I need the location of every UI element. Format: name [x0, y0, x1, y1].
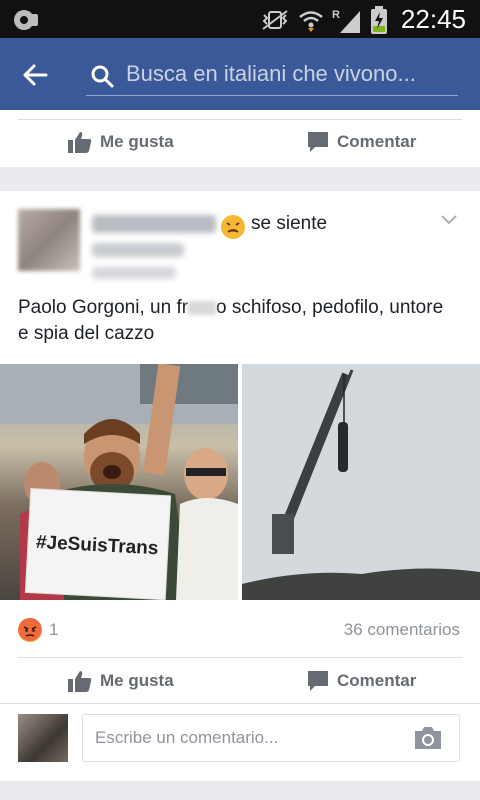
vibrate-icon [260, 9, 290, 36]
feeling-detail [92, 243, 184, 257]
comments-count-link[interactable]: 36 comentarios [344, 620, 460, 640]
divider [18, 119, 462, 120]
redacted-text [188, 300, 217, 315]
author-name[interactable] [92, 215, 216, 233]
reaction-summary[interactable]: 1 36 comentarios [0, 616, 480, 648]
like-label: Me gusta [100, 132, 174, 151]
comment-label: Comentar [337, 132, 417, 151]
roaming-signal-icon: R [332, 7, 362, 38]
feeling-text: se siente [251, 213, 328, 234]
camera-icon[interactable] [413, 725, 443, 756]
chevron-down-icon[interactable] [440, 213, 458, 231]
top-app-bar: Busca en italiani che vivono... [0, 38, 480, 110]
comment-placeholder: Escribe un comentario... [95, 728, 279, 747]
like-button[interactable]: Me gusta [68, 131, 174, 153]
android-debug-icon [10, 8, 40, 37]
wifi-icon [298, 8, 324, 37]
post-card: se siente Paolo Gorgoni, un fr o schifoso… [0, 191, 480, 781]
status-time: 22:45 [400, 4, 466, 34]
post-photo-2[interactable] [242, 364, 480, 600]
comment-button[interactable]: Comentar [307, 131, 416, 153]
angry-reaction-icon [18, 618, 42, 642]
like-button[interactable]: Me gusta [68, 670, 174, 692]
status-bar: R 22:45 [0, 0, 480, 38]
reaction-count: 1 [49, 620, 59, 639]
like-label: Me gusta [100, 671, 174, 690]
divider [0, 703, 480, 704]
arrow-left-icon [23, 64, 48, 86]
comment-icon [308, 132, 328, 152]
comment-label: Comentar [337, 671, 417, 690]
comment-icon [308, 671, 328, 691]
search-input[interactable]: Busca en italiani che vivono... [86, 60, 458, 96]
disgusted-emoji-icon [221, 215, 245, 239]
comment-input[interactable]: Escribe un comentario... [82, 714, 460, 762]
post-timestamp [92, 267, 176, 279]
post-photo-1[interactable]: #JeSuisTrans [0, 364, 238, 600]
battery-charging-icon [370, 6, 388, 39]
thumbs-up-icon [68, 132, 92, 153]
divider [18, 657, 462, 658]
thumbs-up-icon [68, 671, 92, 692]
previous-post-actions: Me gusta Comentar [0, 110, 480, 167]
user-avatar [18, 714, 68, 762]
svg-text:R: R [332, 9, 340, 21]
search-icon [90, 64, 116, 95]
author-avatar[interactable] [18, 209, 80, 271]
comment-button[interactable]: Comentar [307, 670, 416, 692]
post-text: Paolo Gorgoni, un fr o schifoso, pedofilo… [18, 297, 444, 344]
search-placeholder: Busca en italiani che vivono... [126, 61, 416, 86]
back-button[interactable] [20, 60, 56, 90]
